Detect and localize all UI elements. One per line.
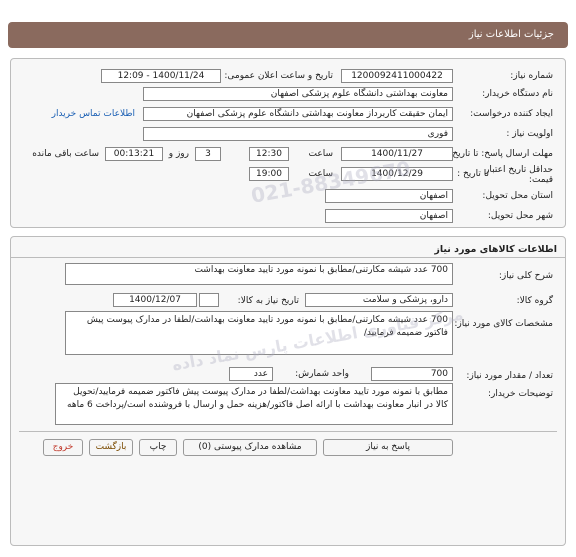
reply-time-field[interactable]: 12:30 bbox=[249, 147, 289, 161]
creator-label: ایجاد کننده درخواست: bbox=[470, 109, 553, 119]
creator-field[interactable]: ایمان حقیقت کاربرداز معاونت بهداشتی دانش… bbox=[143, 107, 453, 121]
remaining-time-field[interactable]: 00:13:21 bbox=[105, 147, 163, 161]
need-date-field[interactable]: 1400/12/07 bbox=[113, 293, 197, 307]
need-date-extra-field[interactable] bbox=[199, 293, 219, 307]
need-date-label: تاریخ نیاز به کالا: bbox=[237, 296, 299, 306]
page-header: جزئیات اطلاعات نیاز bbox=[8, 22, 568, 48]
reply-time-label: ساعت bbox=[308, 149, 334, 159]
province-field[interactable]: اصفهان bbox=[325, 189, 453, 203]
city-label: شهر محل تحویل: bbox=[487, 211, 553, 221]
reply-date-field[interactable]: 1400/11/27 bbox=[341, 147, 453, 161]
unit-field[interactable]: عدد bbox=[229, 367, 273, 381]
attachments-button[interactable]: مشاهده مدارک پیوستی (0) bbox=[183, 439, 317, 456]
priority-field[interactable]: فوری bbox=[143, 127, 453, 141]
page-title: جزئیات اطلاعات نیاز bbox=[468, 29, 554, 40]
price-validity-label-1: حداقل تاریخ اعتبار bbox=[485, 165, 553, 175]
need-number-label: شماره نیاز: bbox=[510, 71, 553, 81]
goods-panel: اطلاعات کالاهای مورد نیاز شرح کلی نیاز: … bbox=[10, 236, 566, 546]
goods-section-title: اطلاعات کالاهای مورد نیاز bbox=[434, 244, 557, 255]
priority-label: اولویت نیاز : bbox=[506, 129, 553, 139]
price-time-label: ساعت bbox=[308, 169, 334, 179]
price-until-label: تا تاریخ : bbox=[457, 169, 489, 179]
province-label: استان محل تحویل: bbox=[482, 191, 553, 201]
need-details-panel: شماره نیاز: 1200092411000422 تاریخ و ساع… bbox=[10, 58, 566, 228]
reply-deadline-label: مهلت ارسال پاسخ: تا تاریخ : bbox=[446, 149, 553, 159]
price-validity-label-2: قیمت: bbox=[528, 175, 553, 185]
back-button[interactable]: بازگشت bbox=[89, 439, 133, 456]
price-time-field[interactable]: 19:00 bbox=[249, 167, 289, 181]
actions-divider bbox=[19, 431, 557, 432]
qty-label: تعداد / مقدار مورد نیاز: bbox=[466, 371, 553, 381]
exit-button[interactable]: خروج bbox=[43, 439, 83, 456]
spec-label: مشخصات کالای مورد نیاز: bbox=[454, 319, 553, 329]
city-field[interactable]: اصفهان bbox=[325, 209, 453, 223]
unit-label: واحد شمارش: bbox=[295, 369, 349, 379]
buyer-org-label: نام دستگاه خریدار: bbox=[482, 89, 553, 99]
spec-field[interactable]: 700 عدد شیشه مکارتنی/مطابق با نمونه مورد… bbox=[65, 311, 453, 355]
price-date-field[interactable]: 1400/12/29 bbox=[341, 167, 453, 181]
reply-button[interactable]: پاسخ به نیاز bbox=[323, 439, 453, 456]
goods-group-label: گروه کالا: bbox=[516, 296, 553, 306]
summary-label: شرح کلی نیاز: bbox=[498, 271, 553, 281]
summary-field[interactable]: 700 عدد شیشه مکارتنی/مطابق با نمونه مورد… bbox=[65, 263, 453, 285]
buyer-notes-label: توضیحات خریدار: bbox=[487, 389, 553, 399]
buyer-contact-link[interactable]: اطلاعات تماس خریدار bbox=[52, 109, 135, 119]
goods-group-field[interactable]: دارو، پزشکی و سلامت bbox=[305, 293, 453, 307]
buyer-org-field[interactable]: معاونت بهداشتی دانشگاه علوم پزشکی اصفهان bbox=[143, 87, 453, 101]
announce-label: تاریخ و ساعت اعلان عمومی: bbox=[224, 71, 333, 81]
qty-field[interactable]: 700 bbox=[371, 367, 453, 381]
days-field[interactable]: 3 bbox=[195, 147, 221, 161]
goods-section-divider bbox=[11, 257, 565, 258]
announce-field[interactable]: 1400/11/24 - 12:09 bbox=[101, 69, 221, 83]
days-label: روز و bbox=[168, 149, 189, 159]
print-button[interactable]: چاپ bbox=[139, 439, 177, 456]
remaining-time-label: ساعت باقی مانده bbox=[32, 149, 99, 159]
buyer-notes-field[interactable]: مطابق با نمونه مورد تایید معاونت بهداشت/… bbox=[55, 383, 453, 425]
need-number-field[interactable]: 1200092411000422 bbox=[341, 69, 453, 83]
